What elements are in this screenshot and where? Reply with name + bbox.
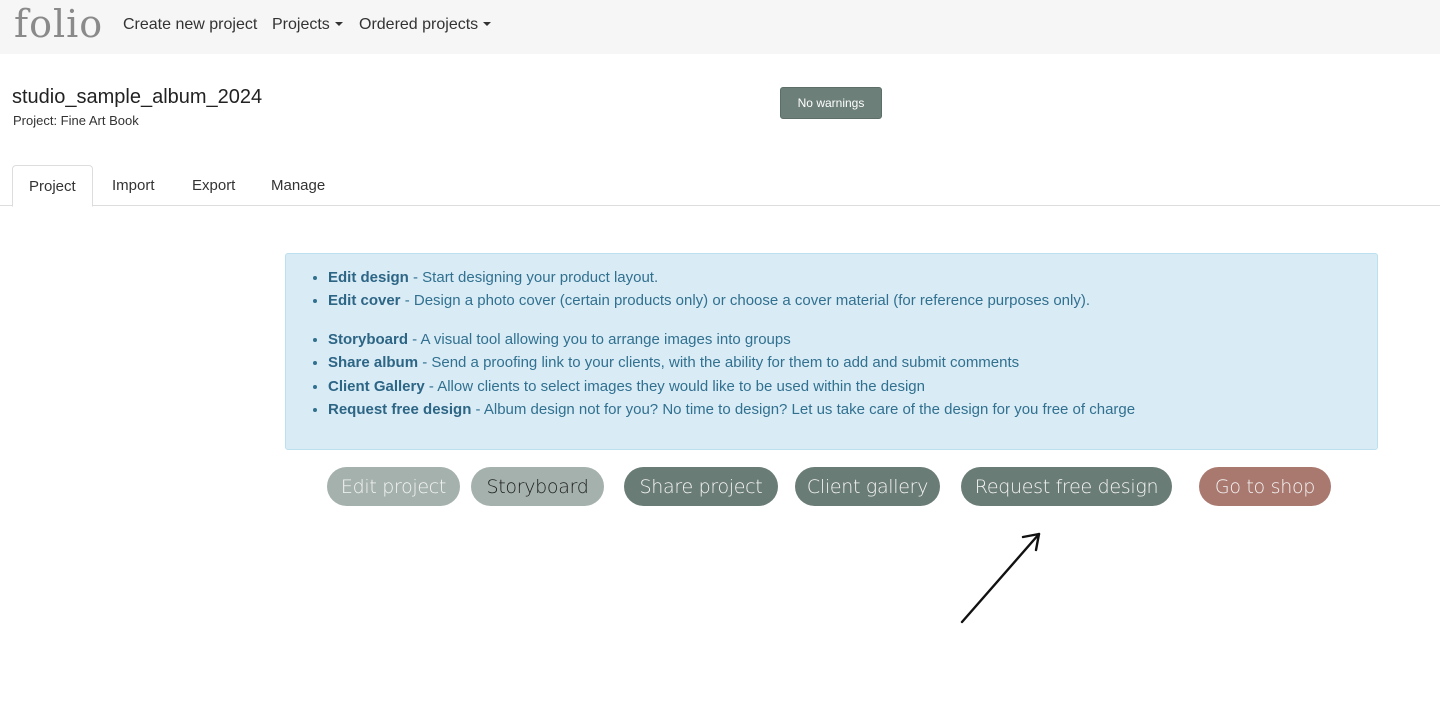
- album-title: studio_sample_album_2024: [12, 86, 263, 108]
- tab-project[interactable]: Project: [12, 165, 93, 207]
- nav-projects-dropdown[interactable]: Projects: [272, 15, 343, 35]
- share-project-button[interactable]: Share project: [624, 467, 778, 506]
- list-item: Storyboard - A visual tool allowing you …: [328, 328, 1135, 351]
- list-item: Edit design - Start designing your produ…: [328, 266, 1090, 289]
- arrow-up-right-icon: [960, 532, 1041, 624]
- nav-label: Ordered projects: [359, 16, 479, 33]
- feature-info-panel: Edit design - Start designing your produ…: [285, 253, 1378, 450]
- tab-export[interactable]: Export: [176, 165, 251, 206]
- info-list-design: Edit design - Start designing your produ…: [328, 266, 1090, 313]
- tab-import[interactable]: Import: [96, 165, 171, 206]
- top-navbar: folio Create new project Projects Ordere…: [0, 0, 1440, 54]
- info-list-tools: Storyboard - A visual tool allowing you …: [328, 328, 1135, 421]
- caret-down-icon: [334, 21, 343, 26]
- client-gallery-button[interactable]: Client gallery: [795, 467, 940, 506]
- list-item: Request free design - Album design not f…: [328, 398, 1135, 421]
- folio-logo[interactable]: folio: [14, 2, 103, 46]
- go-to-shop-button[interactable]: Go to shop: [1199, 467, 1331, 506]
- caret-down-icon: [483, 21, 492, 26]
- tab-bar: Project Import Export Manage: [0, 165, 1440, 207]
- request-free-design-button[interactable]: Request free design: [961, 467, 1172, 506]
- nav-label: Create new project: [123, 16, 258, 33]
- list-item: Client Gallery - Allow clients to select…: [328, 375, 1135, 398]
- storyboard-button[interactable]: Storyboard: [471, 467, 604, 506]
- tab-manage[interactable]: Manage: [255, 165, 341, 206]
- list-item: Share album - Send a proofing link to yo…: [328, 351, 1135, 374]
- project-type-label: Project: Fine Art Book: [13, 113, 139, 128]
- warnings-badge[interactable]: No warnings: [780, 87, 882, 119]
- edit-project-button[interactable]: Edit project: [327, 467, 460, 506]
- nav-ordered-projects-dropdown[interactable]: Ordered projects: [359, 15, 492, 35]
- nav-label: Projects: [272, 16, 330, 33]
- nav-create-new-project[interactable]: Create new project: [123, 15, 257, 35]
- list-item: Edit cover - Design a photo cover (certa…: [328, 289, 1090, 312]
